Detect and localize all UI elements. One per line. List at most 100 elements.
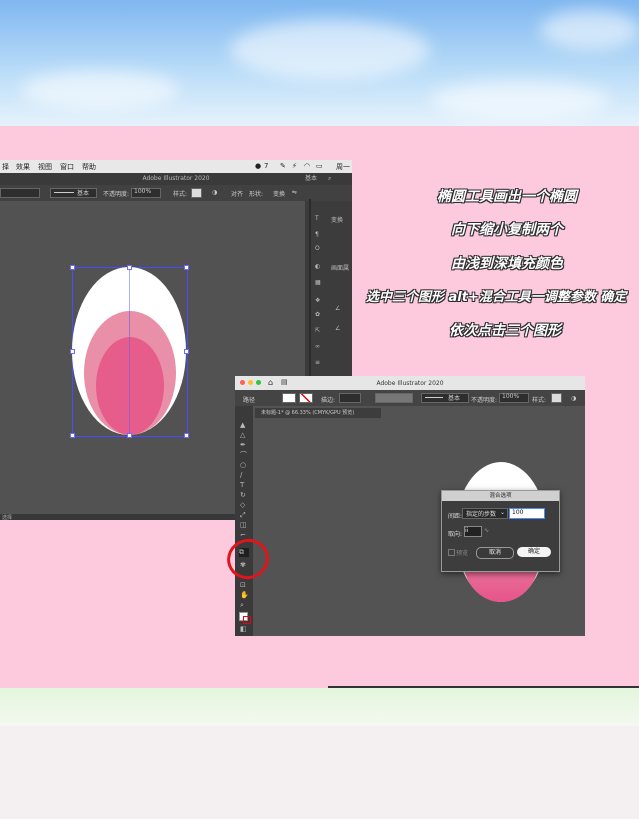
variable-width-field[interactable] — [375, 393, 413, 403]
menu-item-effect[interactable]: 效果 — [16, 162, 30, 172]
spacing-label: 间距: — [448, 513, 463, 520]
instruction-step-5: 依次点击三个图形 — [449, 323, 561, 339]
tools-panel: ▲ △ ✒ ⌒ ○ / T ↻ ◇ ⤢ ◫ ⌐ ⧉ ✾ ⊡ ✋ ⌕ ◧ — [235, 406, 253, 636]
opacity-label: 不透明度: — [103, 191, 130, 198]
resize-handle[interactable] — [184, 265, 189, 270]
warp-icon[interactable]: ⇋ — [292, 189, 297, 196]
paragraph-icon[interactable]: ¶ — [315, 231, 319, 238]
type-icon[interactable]: T — [315, 215, 319, 222]
shape-label[interactable]: 形状: — [249, 189, 263, 198]
fill-field[interactable] — [0, 188, 40, 198]
stroke-profile-field[interactable]: 基本 — [50, 188, 97, 198]
opacity-input[interactable]: 100% — [499, 393, 529, 403]
path-label: 路径 — [243, 397, 256, 404]
style-label: 样式: — [173, 191, 188, 198]
control-bar: 路径 描边: 基本 不透明度: 100% 样式: ◑ — [235, 390, 585, 406]
control-bar: 基本 不透明度: 100% 样式: ◑ 对齐 形状: 变换 ⇋ — [0, 185, 352, 201]
recolor-icon[interactable]: ◑ — [212, 189, 217, 196]
resize-handle[interactable] — [127, 433, 132, 438]
scale-tool-icon[interactable]: ⤢ — [240, 512, 248, 519]
resize-handle[interactable] — [184, 433, 189, 438]
instruction-step-3: 由浅到深填充颜色 — [451, 256, 563, 272]
color-icon[interactable]: ◐ — [315, 263, 320, 270]
steps-input[interactable]: 100 — [509, 508, 545, 519]
panel-title: 变换 — [331, 217, 344, 224]
opentype-icon[interactable]: O — [315, 245, 320, 252]
flash-icon: ⚡ — [292, 162, 297, 170]
blend-options-dialog: 混合选项 间距: 指定的步数 ⌄ 100 取向: ⵂⵂ ∿ 预览 取消 确定 — [441, 490, 560, 572]
align-label[interactable]: 对齐 — [231, 189, 243, 198]
shape-builder-tool-icon[interactable]: ◫ — [240, 522, 248, 529]
ellipse-tool-icon[interactable]: ○ — [240, 462, 248, 469]
wechat-icon: ● — [255, 162, 262, 170]
style-label: 样式: — [532, 397, 547, 404]
clock-day: 周一 — [336, 163, 350, 171]
workspace-label[interactable]: 基本 — [305, 173, 317, 185]
zoom-tool-icon[interactable]: ⌕ — [240, 602, 248, 609]
stroke-label: 描边: — [321, 397, 336, 404]
app-title: Adobe Illustrator 2020 — [376, 380, 444, 387]
menu-item-help[interactable]: 帮助 — [82, 162, 96, 172]
resize-handle[interactable] — [70, 349, 75, 354]
align-to-path-icon[interactable]: ∿ — [484, 527, 489, 534]
draw-mode-icon[interactable]: ◧ — [240, 626, 248, 633]
curvature-tool-icon[interactable]: ⌒ — [240, 452, 248, 459]
menu-item-select[interactable]: 择 — [2, 162, 9, 172]
angle-icon: ∠ — [335, 305, 341, 312]
divider-line — [328, 686, 639, 688]
transform-label[interactable]: 变换 — [273, 189, 285, 198]
direct-selection-tool-icon[interactable]: △ — [240, 432, 248, 439]
style-swatch[interactable] — [191, 188, 202, 198]
style-swatch[interactable] — [551, 393, 562, 403]
rotate-tool-icon[interactable]: ↻ — [240, 492, 248, 499]
cancel-button[interactable]: 取消 — [476, 547, 514, 559]
bottom-background — [0, 726, 639, 819]
preview-label: 预览 — [456, 550, 469, 557]
chevron-down-icon: ⌄ — [499, 509, 505, 516]
links-icon[interactable]: ∞ — [315, 343, 320, 350]
eyedropper-tool-icon[interactable]: ⌐ — [240, 532, 248, 539]
menu-item-window[interactable]: 窗口 — [60, 162, 74, 172]
search-icon[interactable]: ⌕ — [328, 173, 331, 185]
pen-tool-icon[interactable]: ✒ — [240, 442, 248, 449]
selection-tool-icon[interactable]: ▲ — [240, 422, 248, 429]
symbols-icon[interactable]: ✿ — [315, 311, 320, 318]
notification-count: 7 — [264, 162, 269, 170]
stroke-color-icon[interactable] — [243, 616, 251, 624]
resize-handle[interactable] — [184, 349, 189, 354]
recolor-icon[interactable]: ◑ — [571, 395, 576, 402]
stroke-weight-input[interactable] — [339, 393, 361, 403]
preview-checkbox[interactable] — [448, 549, 455, 556]
stroke-swatch[interactable] — [299, 393, 313, 403]
green-band — [0, 688, 639, 726]
align-to-page-icon[interactable]: ⵂⵂ — [464, 526, 482, 537]
opacity-label: 不透明度: — [471, 397, 498, 404]
battery-icon: ▭ — [316, 162, 323, 170]
resize-handle[interactable] — [70, 433, 75, 438]
artboard-tool-icon[interactable]: ⊡ — [240, 582, 248, 589]
ellipse-dark-pink[interactable] — [96, 337, 164, 435]
instruction-step-4: 选中三个图形 alt+混合工具一调整参数 确定 — [366, 290, 627, 305]
menu-item-view[interactable]: 视图 — [38, 162, 52, 172]
pencil-tool-icon[interactable]: / — [240, 472, 248, 479]
type-tool-icon[interactable]: T — [240, 482, 248, 489]
path-guide — [129, 267, 130, 435]
stroke-profile-field[interactable]: 基本 — [421, 393, 469, 403]
ok-button[interactable]: 确定 — [517, 547, 551, 557]
brushes-icon[interactable]: ❖ — [315, 297, 320, 304]
resize-handle[interactable] — [127, 265, 132, 270]
mac-menu-bar: 择 效果 视图 窗口 帮助 ● 7 ✎ ⚡ ◠ ▭ 周一 — [0, 160, 352, 173]
sky-background — [0, 0, 639, 128]
swatches-icon[interactable]: ▦ — [315, 279, 321, 286]
export-icon[interactable]: ⇱ — [315, 327, 320, 334]
spacing-select[interactable]: 指定的步数 ⌄ — [462, 508, 508, 519]
hand-tool-icon[interactable]: ✋ — [240, 592, 249, 599]
dialog-title: 混合选项 — [442, 491, 559, 501]
eraser-tool-icon[interactable]: ◇ — [240, 502, 248, 509]
resize-handle[interactable] — [70, 265, 75, 270]
document-tab[interactable]: 未标题-1* @ 66.33% (CMYK/GPU 预览) — [255, 408, 381, 418]
angle-icon: ∠ — [335, 325, 341, 332]
layers-icon[interactable]: ≡ — [315, 359, 320, 366]
fill-swatch[interactable] — [282, 393, 296, 403]
opacity-input[interactable]: 100% — [131, 188, 161, 198]
